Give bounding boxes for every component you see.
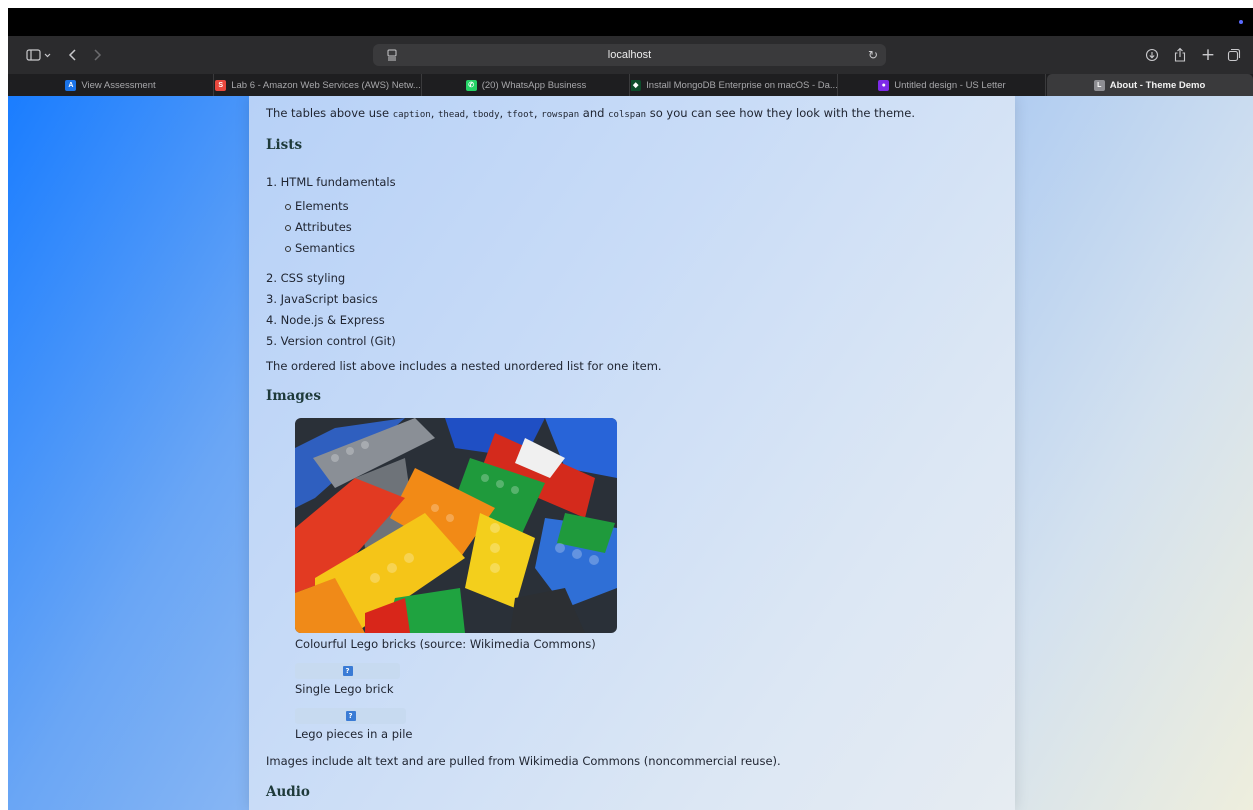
lego-bricks-image bbox=[295, 418, 617, 633]
content-card: The tables above use caption, thead, tbo… bbox=[249, 96, 1015, 810]
broken-image-placeholder: ? bbox=[295, 708, 406, 724]
question-icon: ? bbox=[345, 711, 356, 721]
tab-bar: A View Assessment S Lab 6 - Amazon Web Serv… bbox=[8, 74, 1253, 96]
download-icon[interactable] bbox=[1142, 36, 1162, 74]
tab-4[interactable]: ◆ Install MongoDB Enterprise on macOS - D… bbox=[631, 74, 838, 96]
sidebar-icon[interactable] bbox=[22, 36, 56, 74]
image-caption: Lego pieces in a pile bbox=[295, 727, 413, 741]
tab-favicon-icon: ◆ bbox=[631, 79, 642, 91]
list-number: 1. bbox=[266, 175, 277, 189]
address-bar[interactable]: localhost ↻ bbox=[373, 44, 886, 66]
list-item-text: JavaScript basics bbox=[280, 292, 378, 306]
list-item-text: CSS styling bbox=[280, 271, 346, 285]
reload-icon[interactable]: ↻ bbox=[868, 44, 878, 66]
tables-note: The tables above use caption, thead, tbo… bbox=[266, 105, 915, 123]
tab-label: Untitled design - US Letter bbox=[894, 79, 1006, 91]
list-item-text: Node.js & Express bbox=[280, 313, 385, 327]
lists-heading: Lists bbox=[266, 137, 303, 153]
nested-list-item: Attributes bbox=[266, 219, 666, 235]
question-icon: ? bbox=[342, 666, 353, 676]
status-dot bbox=[1239, 20, 1243, 24]
text-run: The tables above use bbox=[266, 106, 393, 120]
tab-label: View Assessment bbox=[81, 79, 156, 91]
text-run: , bbox=[430, 106, 438, 120]
text-run: so you can see how they look with the th… bbox=[646, 106, 915, 120]
audio-heading: Audio bbox=[266, 784, 310, 800]
ordered-list: 1. HTML fundamentals Elements Attributes… bbox=[266, 174, 666, 349]
text-run: and bbox=[579, 106, 609, 120]
tab-2[interactable]: S Lab 6 - Amazon Web Services (AWS) Netw.… bbox=[215, 74, 422, 96]
tab-label: About - Theme Demo bbox=[1109, 79, 1206, 91]
images-heading: Images bbox=[266, 388, 321, 404]
tab-5[interactable]: ● Untitled design - US Letter bbox=[839, 74, 1046, 96]
image-caption: Single Lego brick bbox=[295, 682, 394, 696]
tab-label: Install MongoDB Enterprise on macOS - Da… bbox=[646, 79, 838, 91]
inline-code: tfoot bbox=[506, 110, 534, 120]
list-note: The ordered list above includes a nested… bbox=[266, 359, 662, 373]
list-item: 5. Version control (Git) bbox=[266, 333, 666, 349]
images-note: Images include alt text and are pulled f… bbox=[266, 754, 781, 768]
inline-code: colspan bbox=[608, 110, 647, 120]
menu-bar bbox=[8, 8, 1253, 36]
tab-1[interactable]: A View Assessment bbox=[8, 74, 214, 96]
list-number: 3. bbox=[266, 292, 277, 306]
tab-label: Lab 6 - Amazon Web Services (AWS) Netw..… bbox=[231, 79, 421, 91]
list-number: 4. bbox=[266, 313, 277, 327]
list-item-text: HTML fundamentals bbox=[280, 175, 396, 189]
list-number: 5. bbox=[266, 334, 277, 348]
tab-label: (20) WhatsApp Business bbox=[481, 79, 587, 91]
inline-code: rowspan bbox=[541, 110, 580, 120]
inline-code: thead bbox=[438, 110, 466, 120]
nested-list-item: Semantics bbox=[266, 240, 666, 256]
tabs-icon[interactable] bbox=[1224, 36, 1244, 74]
broken-image-placeholder: ? bbox=[295, 663, 400, 679]
tab-favicon-icon: L bbox=[1093, 79, 1105, 91]
tab-favicon-icon: ● bbox=[878, 79, 890, 91]
list-item: 3. JavaScript basics bbox=[266, 291, 666, 307]
nested-list-item: Elements bbox=[266, 198, 666, 214]
list-item: 4. Node.js & Express bbox=[266, 312, 666, 328]
tab-favicon-icon: S bbox=[215, 79, 227, 91]
plus-icon[interactable]: + bbox=[1198, 36, 1218, 74]
tab-favicon-icon: ✆ bbox=[465, 79, 477, 91]
tab-6[interactable]: L About - Theme Demo bbox=[1047, 74, 1253, 96]
list-item: 2. CSS styling bbox=[266, 270, 666, 286]
tab-3[interactable]: ✆ (20) WhatsApp Business bbox=[423, 74, 630, 96]
inline-code: tbody bbox=[472, 110, 500, 120]
tab-favicon-icon: A bbox=[65, 79, 77, 91]
image-caption: Colourful Lego bricks (source: Wikimedia… bbox=[295, 637, 596, 651]
browser-window: localhost ↻ + A View Assessment S Lab 6 - A… bbox=[8, 8, 1253, 810]
list-number: 2. bbox=[266, 271, 277, 285]
inline-code: caption bbox=[392, 110, 431, 120]
back-icon[interactable] bbox=[64, 36, 82, 74]
forward-icon[interactable] bbox=[88, 36, 106, 74]
share-icon[interactable] bbox=[1170, 36, 1190, 74]
list-item-text: Version control (Git) bbox=[280, 334, 396, 348]
browser-toolbar: localhost ↻ + bbox=[8, 36, 1253, 74]
page-viewport: The tables above use caption, thead, tbo… bbox=[8, 96, 1253, 810]
list-item: 1. HTML fundamentals bbox=[266, 174, 666, 190]
url-text: localhost bbox=[607, 49, 652, 61]
text-run: , bbox=[499, 106, 507, 120]
